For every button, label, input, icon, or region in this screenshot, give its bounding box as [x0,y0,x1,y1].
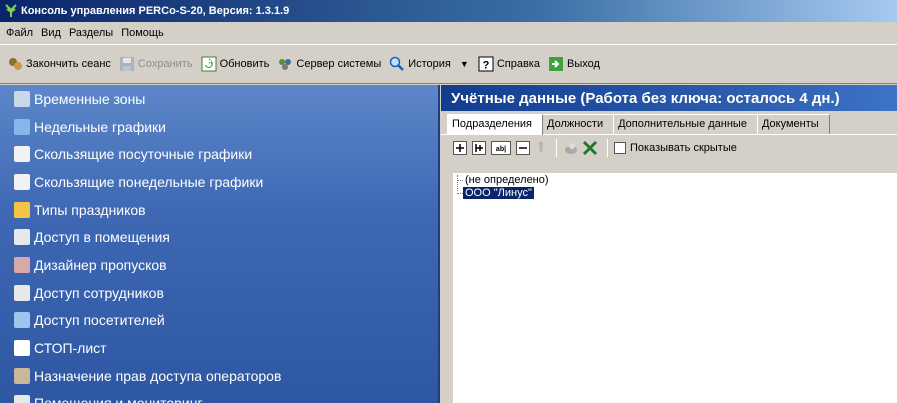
system-server-button[interactable]: Сервер системы [274,54,384,74]
sidebar-item[interactable]: Типы праздников [0,196,438,224]
save-button[interactable]: Сохранить [116,54,196,74]
weekly-rolling-icon [14,173,30,190]
sidebar-item[interactable]: Дизайнер пропусков [0,251,438,279]
stop-list-icon [14,340,30,357]
refresh-label: Обновить [219,58,270,70]
sidebar-item[interactable]: СТОП-лист [0,334,438,362]
add-child-icon[interactable] [472,141,486,155]
sidebar-item-label: Доступ сотрудников [34,284,164,301]
sidebar-item-label: Типы праздников [34,201,146,218]
pass-designer-icon [14,256,30,273]
history-icon [389,56,405,72]
system-server-label: Сервер системы [296,58,382,70]
add-node-icon[interactable] [453,141,467,155]
exit-button[interactable]: Выход [545,54,603,74]
sidebar-item[interactable]: Помещения и мониторинг [0,390,438,403]
sidebar-item-label: Доступ в помещения [34,229,170,246]
main-panel: Учётные данные (Работа без ключа: остало… [441,85,897,403]
time-zones-icon [14,90,30,107]
sidebar-item-label: Доступ посетителей [34,312,165,329]
window-title: Консоль управления PERCo-S-20, Версия: 1… [21,5,290,17]
tree-node-undefined[interactable]: (не определено) [463,174,551,186]
help-icon: ? [478,56,494,72]
window-titlebar: Консоль управления PERCo-S-20, Версия: 1… [0,0,897,22]
toolbar-separator [607,139,608,157]
move-icon[interactable] [535,140,547,156]
sidebar-item[interactable]: Доступ в помещения [0,223,438,251]
end-session-icon [7,56,23,72]
sidebar-item[interactable]: Доступ посетителей [0,307,438,335]
tab-positions[interactable]: Должности [542,114,615,134]
exit-icon [548,56,564,72]
end-session-label: Закончить сеанс [26,58,111,70]
sidebar-item[interactable]: Скользящие посуточные графики [0,140,438,168]
tab-departments[interactable]: Подразделения [447,114,543,135]
departments-tree: (не определено) ООО "Линус" [453,173,897,403]
sidebar-item[interactable]: Назначение прав доступа операторов [0,362,438,390]
sidebar-item[interactable]: Временные зоны [0,85,438,113]
menu-help[interactable]: Помощь [119,25,170,41]
sidebar-item-label: Временные зоны [34,90,146,107]
save-icon [119,56,135,72]
svg-text:ab|: ab| [496,146,506,153]
history-button[interactable]: История [386,54,454,74]
server-icon [277,56,293,72]
sidebar-item-label: Скользящие понедельные графики [34,173,264,190]
premises-access-icon [14,229,30,246]
sidebar-item-label: Недельные графики [34,118,166,135]
delete-icon[interactable] [516,141,530,155]
panel-title: Учётные данные (Работа без ключа: остало… [441,85,897,111]
sidebar-item[interactable]: Скользящие понедельные графики [0,168,438,196]
menu-file[interactable]: Файл [4,25,39,41]
save-label: Сохранить [137,58,193,70]
sidebar-item-label: Помещения и мониторинг [34,395,203,403]
sidebar-item-label: Дизайнер пропусков [34,256,167,273]
show-hidden-label: Показывать скрытые [630,142,737,154]
operator-rights-icon [14,367,30,384]
holidays-icon [14,201,30,218]
menu-sections[interactable]: Разделы [67,25,119,41]
sidebar-item-label: Скользящие посуточные графики [34,146,253,163]
refresh-button[interactable]: Обновить [198,54,273,74]
sidebar-item[interactable]: Недельные графики [0,113,438,141]
tab-documents[interactable]: Документы [756,114,830,134]
help-button[interactable]: ? Справка [475,54,543,74]
sections-sidebar: Временные зоны Недельные графики Скользящи… [0,85,440,403]
visitor-access-icon [14,312,30,329]
exit-label: Выход [566,58,600,70]
perco-app-icon [4,4,18,18]
help-label: Справка [496,58,540,70]
tree-connector [457,175,458,191]
sidebar-item-label: Назначение прав доступа операторов [34,367,282,384]
main-toolbar: Закончить сеанс Сохранить Обновить Серве… [0,44,897,84]
end-session-button[interactable]: Закончить сеанс [4,54,114,74]
daily-schedule-icon [14,146,30,163]
sidebar-item[interactable]: Доступ сотрудников [0,279,438,307]
sidebar-item-label: СТОП-лист [34,340,107,357]
tree-toolbar: ab| Показывать скрытые [441,135,897,161]
history-dropdown-icon[interactable]: ▼ [460,59,469,69]
tab-additional-data[interactable]: Дополнительные данные [613,114,758,134]
history-label: История [408,58,451,70]
find-icon[interactable] [563,140,579,156]
menu-view[interactable]: Вид [39,25,67,41]
excel-export-icon[interactable] [582,140,598,156]
refresh-icon [201,56,217,72]
weekly-schedule-icon [14,118,30,135]
menubar: Файл Вид Разделы Помощь [0,22,897,44]
show-hidden-checkbox[interactable] [614,142,626,154]
tab-strip: Подразделения Должности Дополнительные д… [441,111,897,135]
svg-text:?: ? [482,60,489,72]
tree-node-linus[interactable]: ООО "Линус" [463,187,534,199]
toolbar-separator [556,139,557,157]
rename-icon[interactable]: ab| [491,141,511,155]
employee-access-icon [14,284,30,301]
premises-monitoring-icon [14,395,30,403]
